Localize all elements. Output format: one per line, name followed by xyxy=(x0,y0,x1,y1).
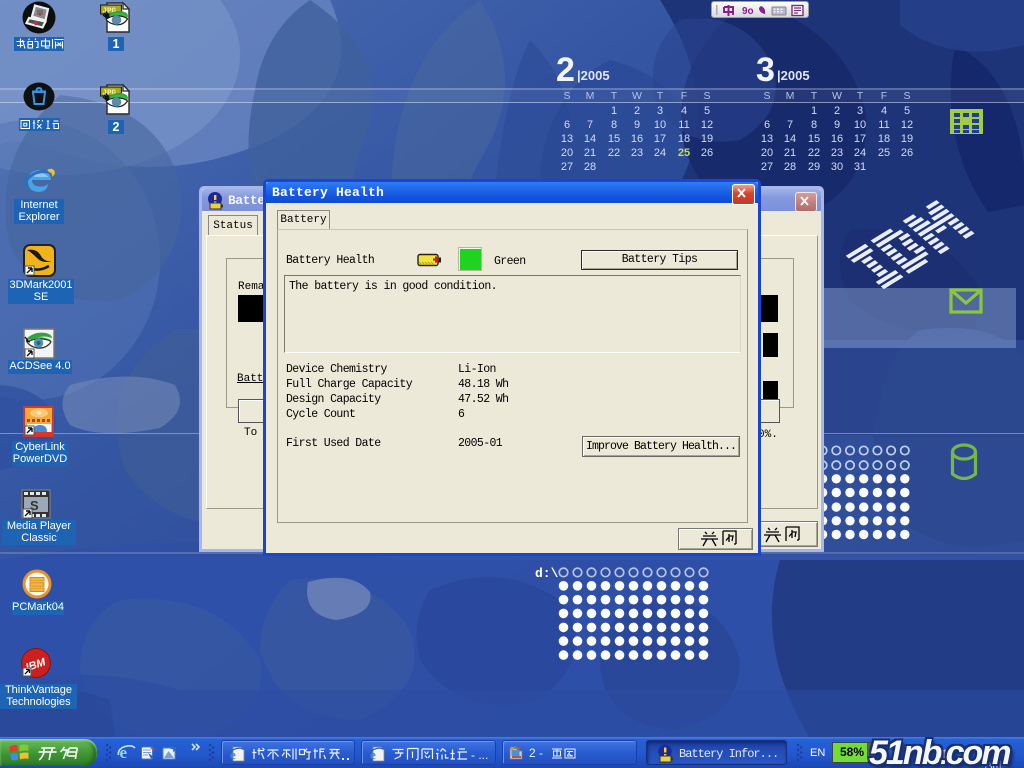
svg-text:10: 10 xyxy=(854,119,866,131)
svg-text:T: T xyxy=(857,90,864,102)
svg-text:T: T xyxy=(611,90,618,102)
svg-text:21: 21 xyxy=(584,147,596,159)
svg-text:S: S xyxy=(763,90,770,102)
svg-text:23: 23 xyxy=(831,147,843,159)
svg-text:5: 5 xyxy=(904,105,910,117)
svg-text:4: 4 xyxy=(881,105,887,117)
svg-text:24: 24 xyxy=(854,147,866,159)
svg-text:25: 25 xyxy=(878,147,890,159)
svg-text:T: T xyxy=(657,90,664,102)
svg-text:17: 17 xyxy=(654,133,666,145)
svg-text:11: 11 xyxy=(878,119,889,131)
svg-text:19: 19 xyxy=(701,133,713,145)
svg-text:3: 3 xyxy=(857,105,863,117)
svg-text:23: 23 xyxy=(631,147,643,159)
svg-text:4: 4 xyxy=(681,105,687,117)
svg-text:9o: 9o xyxy=(742,6,754,17)
svg-text:S: S xyxy=(563,90,570,102)
svg-text:16: 16 xyxy=(631,133,643,145)
svg-text:14: 14 xyxy=(584,133,596,145)
svg-text:9: 9 xyxy=(834,119,840,131)
svg-text:17: 17 xyxy=(854,133,866,145)
svg-text:20: 20 xyxy=(761,147,773,159)
svg-text:5: 5 xyxy=(704,105,710,117)
svg-text:18: 18 xyxy=(678,133,690,145)
svg-text:22: 22 xyxy=(608,147,620,159)
svg-text:6: 6 xyxy=(764,119,770,131)
svg-text:M: M xyxy=(586,90,595,102)
svg-text:F: F xyxy=(681,90,687,102)
svg-text:12: 12 xyxy=(701,119,713,131)
svg-text:27: 27 xyxy=(761,161,773,173)
svg-text:S: S xyxy=(703,90,710,102)
svg-text:18: 18 xyxy=(878,133,890,145)
svg-text:13: 13 xyxy=(761,133,773,145)
svg-text:10: 10 xyxy=(654,119,666,131)
svg-text:8: 8 xyxy=(611,119,617,131)
svg-text:8: 8 xyxy=(811,119,817,131)
svg-text:31: 31 xyxy=(854,161,866,173)
svg-text:W: W xyxy=(832,90,842,102)
svg-text:7: 7 xyxy=(587,119,593,131)
svg-text:7: 7 xyxy=(787,119,793,131)
svg-text:15: 15 xyxy=(608,133,620,145)
svg-text:22: 22 xyxy=(808,147,820,159)
svg-text:6: 6 xyxy=(564,119,570,131)
svg-text:21: 21 xyxy=(784,147,796,159)
svg-text:26: 26 xyxy=(701,147,713,159)
svg-text:M: M xyxy=(786,90,795,102)
svg-text:28: 28 xyxy=(784,161,796,173)
svg-text:F: F xyxy=(881,90,887,102)
svg-text:3: 3 xyxy=(657,105,663,117)
svg-text:S: S xyxy=(903,90,910,102)
svg-text:3: 3 xyxy=(756,51,775,89)
svg-text:9: 9 xyxy=(634,119,640,131)
svg-text:28: 28 xyxy=(584,161,596,173)
svg-text:26: 26 xyxy=(901,147,913,159)
svg-text:2: 2 xyxy=(834,105,840,117)
svg-text:2: 2 xyxy=(556,51,575,89)
svg-text:25: 25 xyxy=(678,147,690,159)
svg-text:11: 11 xyxy=(678,119,689,131)
svg-text:12: 12 xyxy=(901,119,913,131)
svg-text:d:\: d:\ xyxy=(535,566,559,581)
svg-text:29: 29 xyxy=(808,161,820,173)
svg-text:W: W xyxy=(632,90,642,102)
svg-text:14: 14 xyxy=(784,133,796,145)
svg-text:30: 30 xyxy=(831,161,843,173)
svg-text:2: 2 xyxy=(634,105,640,117)
svg-text:T: T xyxy=(811,90,818,102)
svg-text:13: 13 xyxy=(561,133,573,145)
svg-text:15: 15 xyxy=(808,133,820,145)
svg-text:1: 1 xyxy=(811,105,817,117)
svg-text:1: 1 xyxy=(611,105,617,117)
svg-text:- ...: - ... xyxy=(471,748,488,762)
svg-text:19: 19 xyxy=(901,133,913,145)
svg-text:24: 24 xyxy=(654,147,666,159)
svg-text:27: 27 xyxy=(561,161,573,173)
svg-text:20: 20 xyxy=(561,147,573,159)
svg-text:|2005: |2005 xyxy=(577,68,610,83)
svg-text:|2005: |2005 xyxy=(777,68,810,83)
svg-text:16: 16 xyxy=(831,133,843,145)
